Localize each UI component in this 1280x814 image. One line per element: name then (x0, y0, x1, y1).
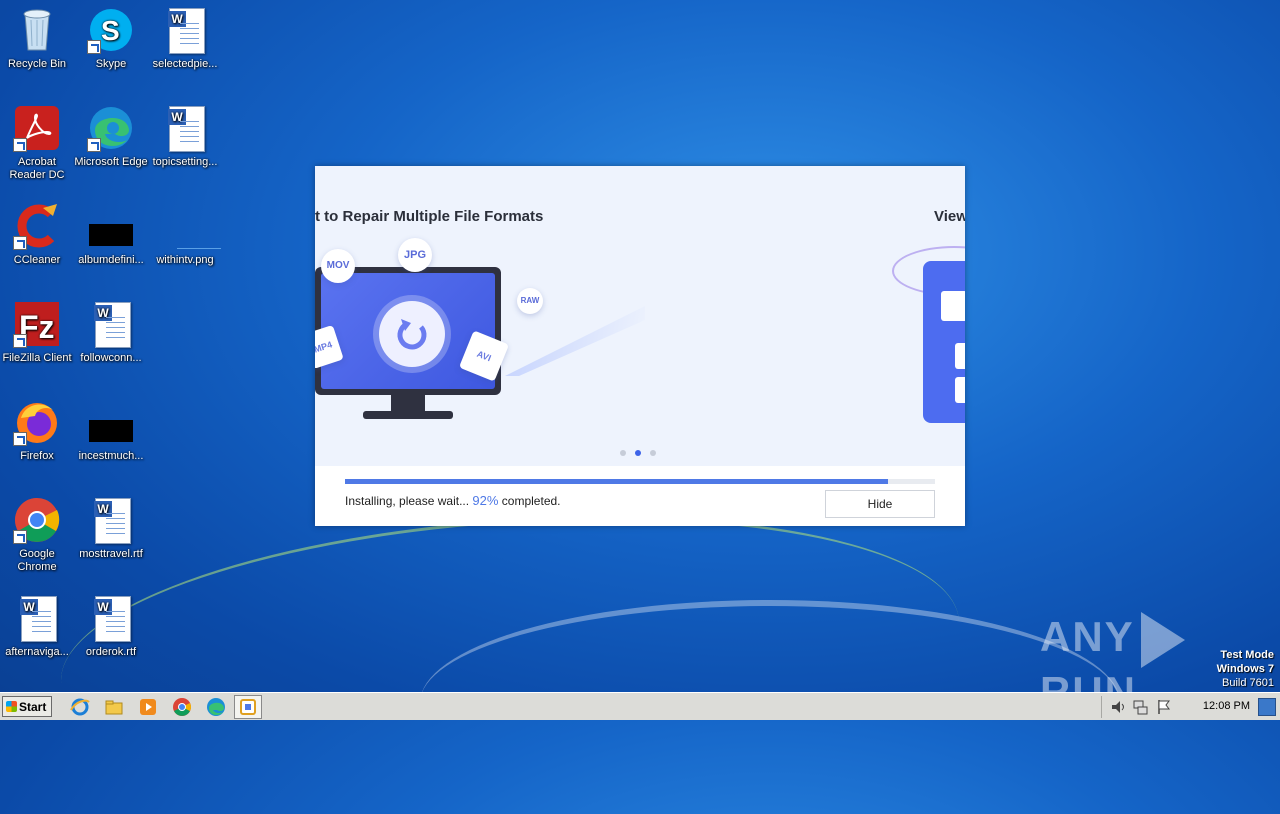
desktop-icon-label: FileZilla Client (2, 352, 72, 364)
media-player-icon[interactable] (138, 697, 158, 717)
test-mode-label: Test Mode (1220, 649, 1274, 661)
taskbar-clock[interactable]: 12:08 PM (1203, 700, 1250, 712)
desktop-icon-label: CCleaner (13, 254, 61, 266)
raw-file-bubble: RAW (517, 288, 543, 314)
hide-button[interactable]: Hide (825, 490, 935, 518)
image-file-icon (87, 202, 135, 250)
desktop-icon-label: Firefox (20, 450, 54, 462)
recycle-bin-icon (13, 6, 61, 54)
desktop-icon-image-file[interactable]: albumdefini... (74, 202, 148, 267)
word-document-icon: W (87, 300, 135, 348)
repair-icon (379, 301, 445, 367)
svg-text:S: S (101, 15, 120, 46)
windows-version-label: Windows 7 (1216, 663, 1274, 675)
desktop-icon-label: incestmuch... (78, 450, 144, 462)
next-slide-illustration (923, 261, 965, 423)
desktop-icon-document[interactable]: W followconn... (74, 300, 148, 365)
installer-app-icon[interactable] (234, 695, 262, 719)
desktop-icon-label: Acrobat Reader DC (9, 156, 65, 181)
word-document-icon: W (13, 594, 61, 642)
progress-bar-fill (345, 479, 888, 484)
desktop-icon-label: withintv.png (156, 254, 214, 266)
desktop-icon-acrobat[interactable]: Acrobat Reader DC (0, 104, 74, 182)
desktop-icon-label: mosttravel.rtf (79, 548, 143, 560)
monitor-stand (391, 395, 425, 411)
carousel-dots (620, 450, 656, 456)
image-file-icon (161, 202, 221, 250)
desktop-icon-skype[interactable]: S Skype (74, 6, 148, 71)
desktop-icon-document[interactable]: W topicsetting... (148, 104, 222, 169)
speaker-icon[interactable] (1110, 700, 1126, 714)
desktop-icon-label: topicsetting... (152, 156, 218, 168)
network-icon[interactable] (1132, 699, 1148, 715)
desktop-icon-label: selectedpie... (152, 58, 218, 70)
desktop-icon-document[interactable]: W orderok.rtf (74, 594, 148, 659)
status-text: Installing, please wait... (345, 494, 470, 508)
jpg-file-bubble: JPG (398, 238, 432, 272)
desktop-icon-label: Microsoft Edge (74, 156, 148, 168)
progress-bar (345, 479, 935, 484)
carousel-dot[interactable] (620, 450, 626, 456)
word-document-icon: W (161, 104, 209, 152)
slide-title: t to Repair Multiple File Formats (315, 208, 544, 225)
start-label: Start (19, 700, 47, 714)
play-logo-icon (1140, 612, 1185, 668)
light-beam (505, 306, 645, 376)
installer-window: t to Repair Multiple File Formats View M… (315, 166, 965, 526)
desktop-icon-chrome[interactable]: Google Chrome (0, 496, 74, 574)
taskbar: Start 12:08 PM (0, 692, 1280, 720)
desktop-icon-document[interactable]: W mosttravel.rtf (74, 496, 148, 561)
desktop-icon-recycle-bin[interactable]: Recycle Bin (0, 6, 74, 71)
os-version-info: Test Mode Windows 7 Build 7601 (1217, 648, 1274, 690)
image-file-icon (87, 398, 135, 446)
file-explorer-icon[interactable] (104, 697, 124, 717)
desktop-icon-label: afternaviga... (5, 646, 69, 658)
desktop-icon-label: Google Chrome (17, 548, 57, 573)
action-center-flag-icon[interactable] (1156, 699, 1172, 715)
status-suffix: completed. (501, 494, 561, 508)
desktop-icon-label: Recycle Bin (7, 58, 67, 70)
carousel-dot-active[interactable] (635, 450, 641, 456)
word-document-icon: W (87, 496, 135, 544)
firefox-icon (13, 398, 61, 446)
status-percent: 92% (472, 493, 499, 508)
build-label: Build 7601 (1222, 677, 1274, 689)
desktop-icon-label: Skype (95, 58, 127, 70)
word-document-icon: W (161, 6, 209, 54)
desktop-icon-label: orderok.rtf (85, 646, 137, 658)
word-document-icon: W (87, 594, 135, 642)
internet-explorer-icon[interactable] (70, 697, 90, 717)
filezilla-icon: Fz (13, 300, 61, 348)
windows-logo-icon (6, 701, 17, 712)
acrobat-icon (13, 104, 61, 152)
show-desktop-icon[interactable] (1258, 698, 1276, 716)
mov-file-bubble: MOV (321, 249, 355, 283)
desktop-icon-firefox[interactable]: Firefox (0, 398, 74, 463)
desktop-icon-document[interactable]: W selectedpie... (148, 6, 222, 71)
monitor-stand-base (363, 411, 453, 419)
watermark-left: ANY (1040, 613, 1135, 661)
install-status: Installing, please wait... 92% completed… (345, 493, 561, 508)
desktop-icon-label: albumdefini... (78, 254, 144, 266)
carousel-dot[interactable] (650, 450, 656, 456)
desktop-icon-document[interactable]: W afternaviga... (0, 594, 74, 659)
desktop-icon-image-file[interactable]: withintv.png (148, 202, 222, 267)
desktop-icon-image-file[interactable]: incestmuch... (74, 398, 148, 463)
desktop-icon-label: followconn... (80, 352, 142, 364)
ccleaner-icon (13, 202, 61, 250)
start-button[interactable]: Start (2, 696, 52, 717)
chrome-icon[interactable] (172, 697, 192, 717)
edge-icon[interactable] (206, 697, 226, 717)
feature-carousel: t to Repair Multiple File Formats View M… (315, 166, 965, 466)
skype-icon: S (87, 6, 135, 54)
edge-icon (87, 104, 135, 152)
desktop-icon-filezilla[interactable]: Fz FileZilla Client (0, 300, 74, 365)
slide-title-next: View (934, 208, 965, 225)
chrome-icon (13, 496, 61, 544)
desktop-icon-edge[interactable]: Microsoft Edge (74, 104, 148, 169)
desktop-icon-ccleaner[interactable]: CCleaner (0, 202, 74, 267)
